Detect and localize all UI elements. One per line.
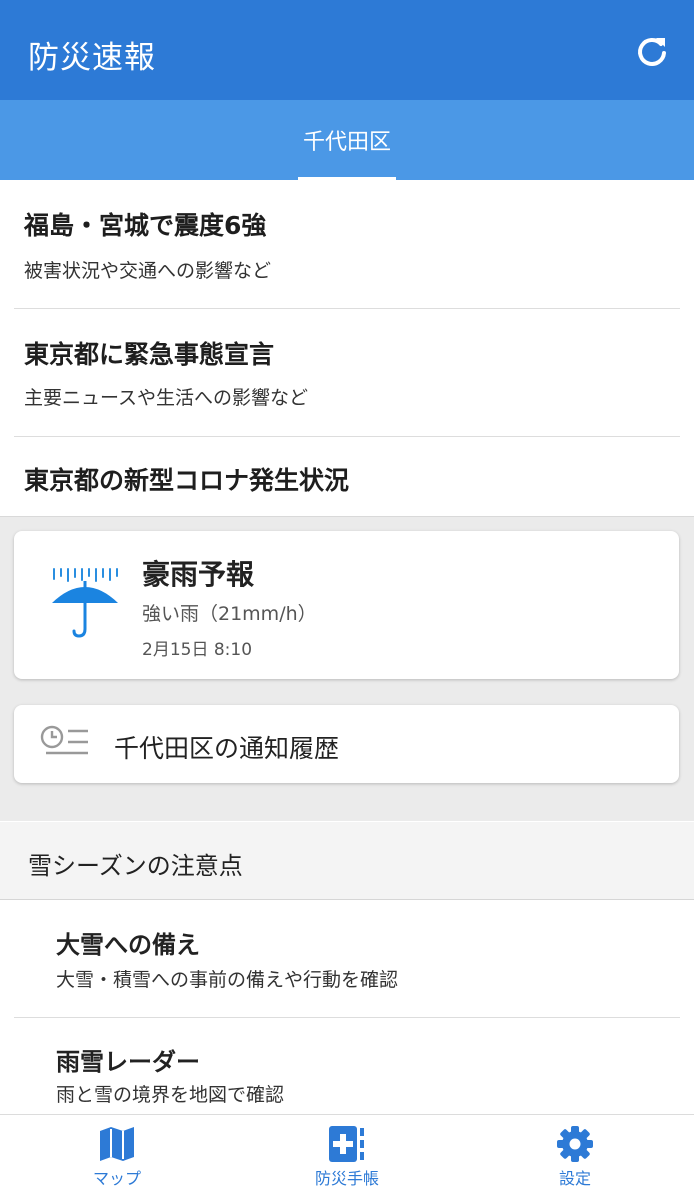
- news-title: 東京都に緊急事態宣言: [24, 340, 275, 369]
- refresh-icon: [638, 38, 666, 66]
- tips-subtitle: 雨と雪の境界を地図で確認: [56, 1084, 285, 1106]
- tab-label: 千代田区: [302, 130, 391, 155]
- nav-label: マップ: [92, 1169, 141, 1188]
- app-title: 防災速報: [28, 40, 156, 76]
- nav-label: 防災手帳: [314, 1169, 379, 1188]
- region-tab-bar: 千代田区: [0, 100, 694, 180]
- nav-disaster-notebook[interactable]: 防災手帳: [272, 1115, 422, 1200]
- gear-icon: [557, 1126, 593, 1162]
- umbrella-rain-icon: [52, 568, 118, 638]
- notification-history-label: 千代田区の通知履歴: [114, 734, 340, 763]
- nav-label: 設定: [558, 1169, 591, 1188]
- nav-map[interactable]: マップ: [42, 1115, 192, 1200]
- tips-title: 大雪への備え: [56, 931, 200, 959]
- tips-item-rain-snow-radar[interactable]: 雨雪レーダー 雨と雪の境界を地図で確認: [0, 1018, 694, 1114]
- news-subtitle: 被害状況や交通への影響など: [24, 260, 272, 282]
- map-icon: [100, 1127, 134, 1161]
- refresh-button[interactable]: [634, 34, 670, 70]
- tips-title: 雨雪レーダー: [56, 1048, 200, 1076]
- rain-alert-card[interactable]: 豪雨予報 強い雨（21mm/h） 2月15日 8:10: [14, 531, 679, 679]
- section-title: 雪シーズンの注意点: [28, 852, 243, 880]
- news-title: 東京都の新型コロナ発生状況: [24, 466, 350, 495]
- tips-item-snow-prep[interactable]: 大雪への備え 大雪・積雪への事前の備えや行動を確認: [0, 901, 694, 1017]
- tips-subtitle: 大雪・積雪への事前の備えや行動を確認: [56, 969, 399, 991]
- alert-title: 豪雨予報: [142, 558, 255, 591]
- news-item-covid[interactable]: 東京都の新型コロナ発生状況: [0, 437, 694, 516]
- notification-history-button[interactable]: 千代田区の通知履歴: [14, 705, 679, 783]
- clock-list-icon: [40, 725, 88, 755]
- news-item-emergency[interactable]: 東京都に緊急事態宣言 主要ニュースや生活への影響など: [0, 309, 694, 436]
- alert-area: 豪雨予報 強い雨（21mm/h） 2月15日 8:10 千代田区の通知履歴: [0, 516, 694, 821]
- news-title: 福島・宮城で震度6強: [24, 211, 267, 240]
- app-bar: 防災速報: [0, 6, 694, 100]
- alert-detail: 強い雨（21mm/h）: [142, 603, 317, 625]
- bottom-navigation: マップ 防災手帳 設定: [0, 1114, 694, 1200]
- first-aid-notebook-icon: [329, 1126, 364, 1162]
- news-subtitle: 主要ニュースや生活への影響など: [24, 387, 309, 409]
- nav-settings[interactable]: 設定: [500, 1115, 650, 1200]
- news-item-earthquake[interactable]: 福島・宮城で震度6強 被害状況や交通への影響など: [0, 180, 694, 308]
- section-header: 雪シーズンの注意点: [0, 822, 694, 900]
- tab-chiyoda[interactable]: 千代田区: [298, 100, 396, 180]
- alert-time: 2月15日 8:10: [142, 640, 253, 660]
